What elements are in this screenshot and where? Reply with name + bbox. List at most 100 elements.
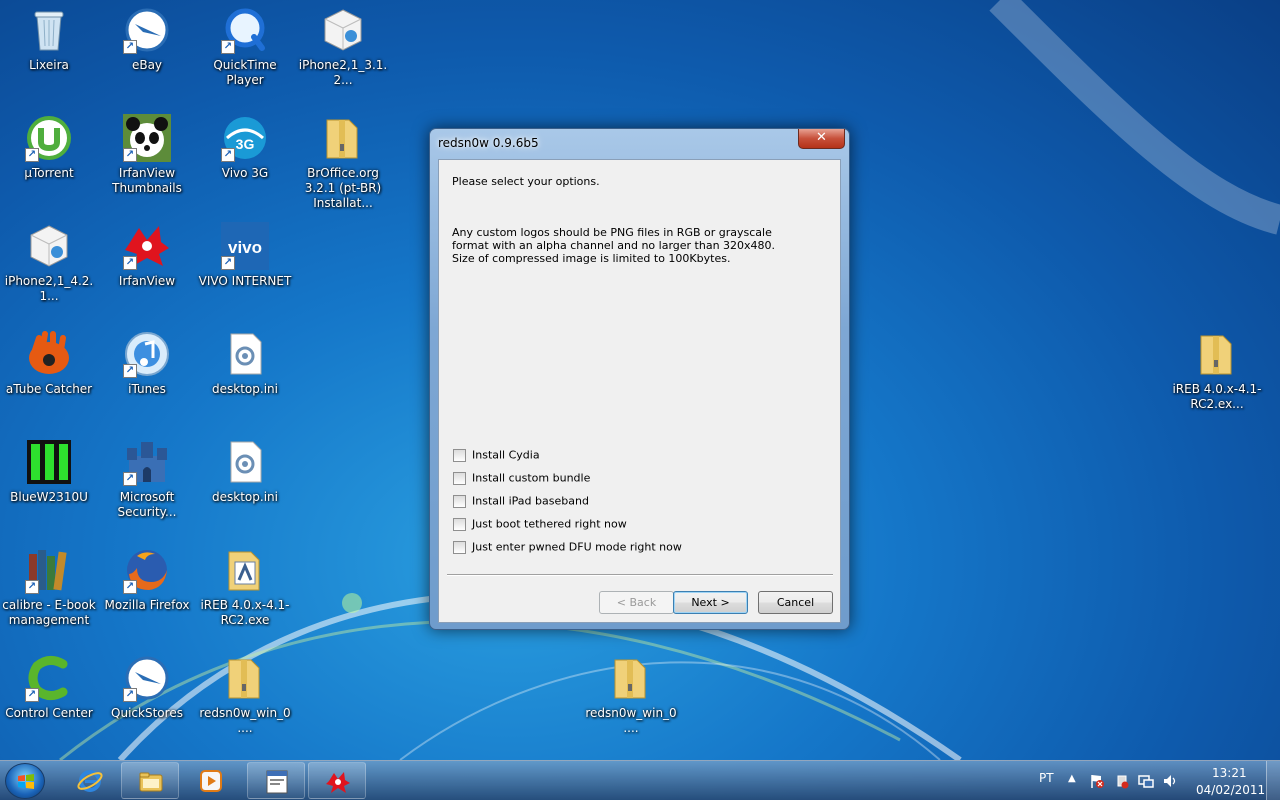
boot-tethered-checkbox[interactable] [453, 517, 466, 531]
control-center-icon: ↗ [25, 654, 73, 702]
taskbar-media-player[interactable] [182, 762, 240, 799]
panda-icon: ↗ [123, 114, 171, 162]
desktop-icon[interactable]: ↗ eBay [98, 0, 196, 100]
desktop-icon[interactable]: iREB 4.0.x-4.1-RC2.exe [196, 540, 294, 640]
shortcut-arrow-icon: ↗ [123, 688, 137, 702]
desktop-icon[interactable]: redsn0w_win_0.... [196, 648, 294, 748]
svg-text:vivo: vivo [228, 238, 262, 257]
dialog-titlebar[interactable]: redsn0w 0.9.6b5 ✕ [430, 129, 849, 157]
option-install-custom-bundle[interactable]: Install custom bundle [453, 471, 590, 487]
utorrent-icon: ↗ [25, 114, 73, 162]
desktop-icon-label: VIVO INTERNET [198, 274, 292, 288]
media-player-icon [200, 770, 222, 792]
desktop-icon[interactable]: ↗ Mozilla Firefox [98, 540, 196, 640]
desktop-icon[interactable]: ↗ Control Center [0, 648, 98, 748]
desktop-icon[interactable]: iPhone2,1_4.2.1... [0, 216, 98, 316]
desktop-icon[interactable]: iREB 4.0.x-4.1-RC2.ex... [1168, 324, 1266, 424]
desktop-icon[interactable]: Lixeira [0, 0, 98, 100]
cancel-button[interactable]: Cancel [758, 591, 833, 614]
desktop-icon-label: calibre - E-book management [2, 598, 96, 627]
install-custom-bundle-checkbox[interactable] [453, 471, 466, 485]
dialog-title: redsn0w 0.9.6b5 [438, 136, 539, 150]
desktop-icon-label: IrfanView Thumbnails [112, 166, 182, 195]
show-desktop-button[interactable] [1266, 761, 1280, 800]
desktop-icon-label: Mozilla Firefox [104, 598, 190, 612]
desktop-icon[interactable]: iPhone2,1_3.1.2... [294, 0, 392, 100]
install-cydia-checkbox[interactable] [453, 448, 466, 462]
clock-date[interactable]: 04/02/2011 [1196, 783, 1265, 797]
network-icon[interactable] [1138, 773, 1154, 789]
desktop-icon-label: aTube Catcher [5, 382, 93, 396]
taskbar-redsn0w-window[interactable] [247, 762, 305, 799]
desktop-icon[interactable]: desktop.ini [196, 324, 294, 424]
desktop-icon[interactable]: ↗ µTorrent [0, 108, 98, 208]
desktop-icon-label: Lixeira [29, 58, 69, 72]
desktop-icon[interactable]: ↗ IrfanView Thumbnails [98, 108, 196, 208]
recycle-bin-icon [25, 6, 73, 54]
shortcut-arrow-icon: ↗ [123, 580, 137, 594]
desktop-icon-label: QuickStores [111, 706, 183, 720]
desktop-icon-label: Microsoft Security... [117, 490, 177, 519]
taskbar: PT ▲ 13:21 04/02/2011 [0, 760, 1280, 800]
zip-folder-icon [607, 654, 655, 702]
shortcut-arrow-icon: ↗ [123, 256, 137, 270]
option-label: Install Cydia [472, 448, 540, 462]
shortcut-arrow-icon: ↗ [123, 472, 137, 486]
show-hidden-icons[interactable]: ▲ [1068, 773, 1076, 784]
start-button[interactable] [5, 763, 45, 799]
taskbar-irfanview[interactable] [308, 762, 366, 799]
option-install-cydia[interactable]: Install Cydia [453, 448, 540, 464]
back-button[interactable]: < Back [599, 591, 674, 614]
zip-folder-icon [319, 114, 367, 162]
desktop-icon-label: Control Center [5, 706, 93, 720]
desktop-icon[interactable]: BrOffice.org 3.2.1 (pt-BR) Installat... [294, 108, 392, 210]
volume-icon[interactable] [1162, 773, 1178, 789]
zip-folder-icon [1193, 330, 1241, 378]
action-center-flag-icon[interactable] [1089, 773, 1105, 789]
pwned-dfu-checkbox[interactable] [453, 540, 466, 554]
desktop-icon[interactable]: 3G ↗ Vivo 3G [196, 108, 294, 208]
close-button[interactable]: ✕ [798, 129, 845, 149]
windows-logo-icon [18, 774, 34, 789]
dialog-info-line-2: format with an alpha channel and no larg… [452, 239, 776, 252]
quickstores-icon: ↗ [123, 654, 171, 702]
desktop-icon[interactable]: BlueW2310U [0, 432, 98, 532]
vivo3g-icon: 3G ↗ [221, 114, 269, 162]
install-ipad-baseband-checkbox[interactable] [453, 494, 466, 508]
desktop-icon[interactable]: ↗ QuickTime Player [196, 0, 294, 100]
firefox-icon: ↗ [123, 546, 171, 594]
taskbar-windows-explorer[interactable] [121, 762, 179, 799]
next-button[interactable]: Next > [673, 591, 748, 614]
desktop-icon-label: iREB 4.0.x-4.1-RC2.ex... [1172, 382, 1262, 411]
desktop-icon[interactable]: redsn0w_win_0.... [582, 648, 680, 748]
redsn0w-window-icon [266, 770, 288, 794]
safely-remove-hardware-icon[interactable] [1114, 773, 1130, 789]
redsn0w-dialog: redsn0w 0.9.6b5 ✕ Please select your opt… [429, 128, 850, 630]
desktop-icon[interactable]: ↗ calibre - E-book management [0, 540, 98, 640]
desktop-icon[interactable]: vivo ↗ VIVO INTERNET [196, 216, 294, 316]
desktop-icon[interactable]: ↗ IrfanView [98, 216, 196, 316]
svg-text:3G: 3G [236, 136, 255, 152]
taskbar-internet-explorer[interactable] [61, 762, 119, 799]
itunes-icon: ↗ [123, 330, 171, 378]
atube-catcher-icon [25, 330, 73, 378]
windows-explorer-icon [139, 772, 163, 792]
desktop-icon[interactable]: ↗ Microsoft Security... [98, 432, 196, 532]
desktop-icon-label: QuickTime Player [213, 58, 277, 87]
dialog-prompt: Please select your options. [452, 175, 600, 188]
option-boot-tethered[interactable]: Just boot tethered right now [453, 517, 627, 533]
zip-folder-icon [221, 654, 269, 702]
desktop-icon[interactable]: desktop.ini [196, 432, 294, 532]
security-castle-icon: ↗ [123, 438, 171, 486]
clock-time[interactable]: 13:21 [1212, 766, 1247, 780]
option-install-ipad-baseband[interactable]: Install iPad baseband [453, 494, 589, 510]
shortcut-arrow-icon: ↗ [123, 40, 137, 54]
desktop-icon-label: IrfanView [118, 274, 176, 288]
language-indicator[interactable]: PT [1039, 771, 1054, 785]
option-pwned-dfu[interactable]: Just enter pwned DFU mode right now [453, 540, 682, 556]
desktop-icon[interactable]: ↗ iTunes [98, 324, 196, 424]
desktop-icon-label: desktop.ini [212, 490, 278, 504]
desktop-icon-label: iPhone2,1_3.1.2... [298, 58, 388, 87]
desktop-icon[interactable]: aTube Catcher [0, 324, 98, 424]
desktop-icon[interactable]: ↗ QuickStores [98, 648, 196, 748]
